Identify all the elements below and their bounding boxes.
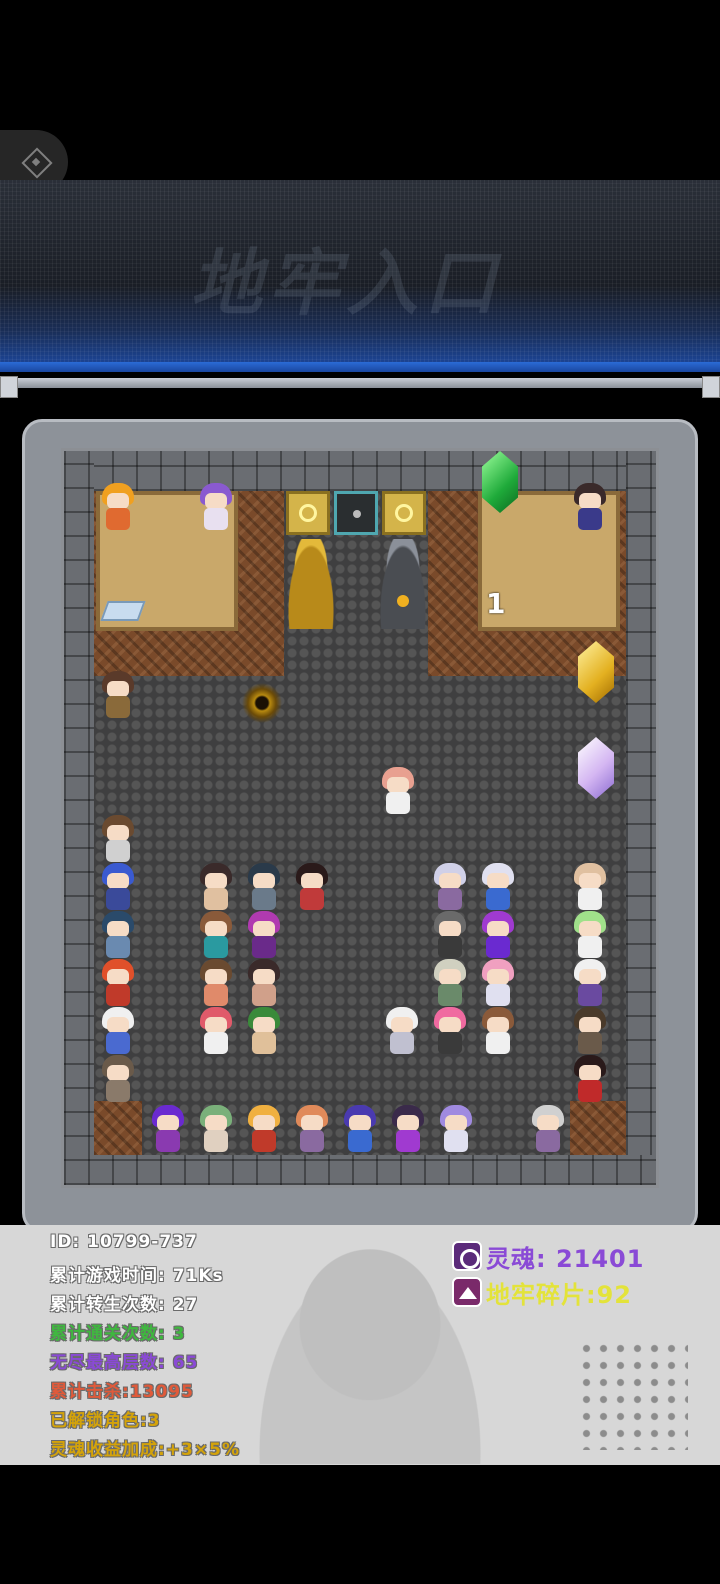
stat-total-kills: 累计击杀:13095 [50, 1382, 194, 1402]
character-sprite[interactable] [570, 863, 610, 911]
character-sprite[interactable] [570, 911, 610, 959]
character-sprite[interactable] [478, 959, 518, 1007]
character-sprite[interactable] [196, 483, 236, 531]
character-sprite[interactable] [98, 911, 138, 959]
character-sprite[interactable] [196, 1007, 236, 1055]
stat-endless-max: 无尽最高层数: 65 [50, 1353, 199, 1373]
fragment-counter: 地牢碎片:92 [452, 1276, 632, 1309]
banner-title: 地牢入口 [190, 241, 503, 325]
character-sprite[interactable] [478, 911, 518, 959]
character-sprite[interactable] [436, 1105, 476, 1153]
stat-clear-count: 累计通关次数: 3 [50, 1324, 186, 1344]
character-sprite[interactable] [98, 815, 138, 863]
character-sprite[interactable] [378, 767, 418, 815]
stage-number: 1 [486, 587, 506, 620]
book-icon[interactable] [100, 601, 146, 621]
character-sprite[interactable] [340, 1105, 380, 1153]
dungeon-map[interactable]: 1 [61, 448, 659, 1188]
character-sprite[interactable] [570, 1007, 610, 1055]
character-sprite[interactable] [98, 1007, 138, 1055]
character-sprite[interactable] [478, 863, 518, 911]
character-sprite[interactable] [570, 959, 610, 1007]
character-sprite[interactable] [430, 863, 470, 911]
character-sprite[interactable] [430, 911, 470, 959]
soul-icon [452, 1241, 482, 1271]
character-sprite[interactable] [98, 483, 138, 531]
header-banner: 地牢入口 [0, 180, 720, 372]
stat-soul-bonus: 灵魂收益加成:+3×5% [50, 1440, 240, 1460]
character-sprite[interactable] [196, 911, 236, 959]
character-sprite[interactable] [244, 959, 284, 1007]
stat-play-time: 累计游戏时间: 71Ks [50, 1266, 224, 1286]
character-sprite[interactable] [196, 863, 236, 911]
character-sprite[interactable] [570, 483, 610, 531]
player-id: ID: 10799-737 [50, 1232, 198, 1252]
sun-tile[interactable] [286, 491, 330, 535]
character-sprite[interactable] [478, 1007, 518, 1055]
stone-statue[interactable] [378, 539, 428, 629]
character-sprite[interactable] [430, 959, 470, 1007]
golden-statue[interactable] [286, 539, 336, 629]
character-sprite[interactable] [98, 959, 138, 1007]
dot-grid-decoration [578, 1340, 688, 1450]
soul-counter: 灵魂: 21401 [452, 1240, 644, 1273]
portal-tile[interactable] [334, 491, 378, 535]
character-sprite[interactable] [244, 911, 284, 959]
character-sprite[interactable] [292, 863, 332, 911]
character-sprite[interactable] [98, 671, 138, 719]
character-sprite[interactable] [430, 1007, 470, 1055]
character-sprite[interactable] [382, 1007, 422, 1055]
dark-portal-icon[interactable] [242, 683, 282, 723]
character-sprite[interactable] [388, 1105, 428, 1153]
character-sprite[interactable] [292, 1105, 332, 1153]
character-sprite[interactable] [196, 959, 236, 1007]
stat-rebirth-count: 累计转生次数: 27 [50, 1295, 199, 1315]
character-sprite[interactable] [98, 863, 138, 911]
character-sprite[interactable] [244, 863, 284, 911]
character-sprite[interactable] [570, 1055, 610, 1103]
fragment-icon [452, 1277, 482, 1307]
character-sprite[interactable] [98, 1055, 138, 1103]
character-sprite[interactable] [244, 1105, 284, 1153]
stat-unlocked-chars: 已解锁角色:3 [50, 1411, 161, 1431]
divider-rail [0, 378, 720, 388]
character-sprite[interactable] [148, 1105, 188, 1153]
character-sprite[interactable] [528, 1105, 568, 1153]
sun-tile[interactable] [382, 491, 426, 535]
character-sprite[interactable] [244, 1007, 284, 1055]
character-sprite[interactable] [196, 1105, 236, 1153]
